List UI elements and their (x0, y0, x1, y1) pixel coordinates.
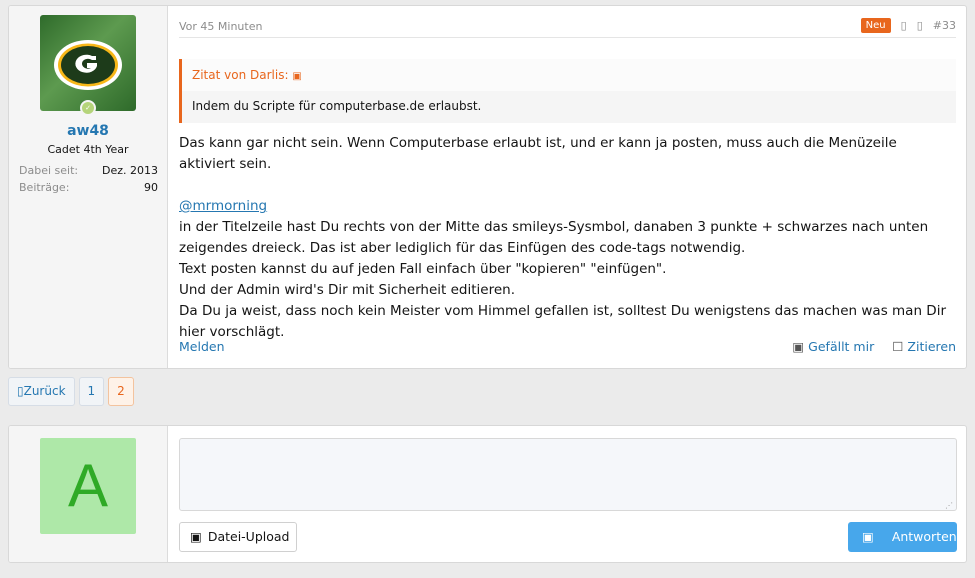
body-paragraph: Das kann gar nicht sein. Wenn Computerba… (179, 135, 897, 172)
body-line: Und der Admin wird's Dir mit Sicherheit … (179, 282, 516, 298)
body-line: in der Titelzeile hast Du rechts von der… (179, 219, 929, 256)
submit-label: Antworten (891, 529, 957, 544)
user-info-joined: Dabei seit: Dez. 2013 (19, 164, 158, 177)
quote-icon: ☐ (892, 339, 904, 354)
quote-jump-icon[interactable]: ▣ (292, 71, 301, 82)
file-upload-button[interactable]: ▣ Datei-Upload (179, 522, 297, 552)
page-2-button[interactable]: 2 (108, 377, 134, 406)
packers-logo (54, 40, 122, 90)
quote-block: Zitat von Darlis: ▣ Indem du Scripte für… (179, 59, 956, 123)
post-meta: Vor 45 Minuten Neu ▯ ▯ #33 (179, 16, 956, 38)
upload-icon: ▣ (190, 529, 202, 544)
info-label: Dabei seit: (19, 164, 79, 177)
pagination: ▯Zurück 1 2 (8, 377, 134, 406)
quote-title: Zitat von Darlis: (192, 68, 289, 82)
quote-header[interactable]: Zitat von Darlis: ▣ (182, 59, 956, 91)
submit-reply-button[interactable]: ▣ Antworten (848, 522, 957, 552)
user-title: Cadet 4th Year (47, 143, 129, 156)
quote-label: Zitieren (907, 339, 956, 354)
post-user-panel: ✓ aw48 Cadet 4th Year Dabei seit: Dez. 2… (9, 6, 168, 368)
quick-reply: A ⋰ ▣ Datei-Upload ▣ Antworten (8, 425, 967, 563)
username[interactable]: aw48 (9, 123, 167, 139)
quote-button[interactable]: ☐ Zitieren (892, 339, 956, 354)
user-avatar[interactable] (40, 15, 136, 111)
user-info-posts: Beiträge: 90 (19, 181, 158, 194)
quote-text: Indem du Scripte für computerbase.de erl… (192, 99, 482, 113)
body-line: Da Du ja weist, dass noch kein Meister v… (179, 303, 947, 340)
post-main: Vor 45 Minuten Neu ▯ ▯ #33 Zitat von Dar… (179, 6, 956, 368)
share-icon[interactable]: ▯ (901, 19, 907, 32)
reply-avatar: A (40, 438, 136, 534)
like-label: Gefällt mir (808, 339, 875, 354)
post-time[interactable]: Vor 45 Minuten (179, 20, 262, 33)
reply-icon: ▣ (862, 529, 874, 544)
bookmark-icon[interactable]: ▯ (917, 19, 923, 32)
info-value: Dez. 2013 (102, 164, 158, 177)
report-link[interactable]: Melden (179, 339, 225, 354)
new-badge: Neu (860, 18, 891, 33)
info-value: 90 (144, 181, 158, 194)
like-button[interactable]: ▣ Gefällt mir (792, 339, 874, 354)
post-body: Das kann gar nicht sein. Wenn Computerba… (179, 133, 956, 343)
post-33: ✓ aw48 Cadet 4th Year Dabei seit: Dez. 2… (8, 5, 967, 369)
prev-page-button[interactable]: ▯Zurück (8, 377, 75, 406)
body-line: Text posten kannst du auf jeden Fall ein… (179, 261, 667, 277)
reply-editor[interactable]: ⋰ (179, 438, 957, 511)
prev-label: Zurück (23, 384, 66, 398)
reply-user-panel: A (9, 426, 168, 562)
chevron-left-icon: ▯ (17, 384, 24, 398)
online-status-icon: ✓ (80, 100, 96, 116)
resize-handle-icon[interactable]: ⋰ (945, 501, 953, 510)
page-1-button[interactable]: 1 (78, 377, 105, 406)
thumbs-up-icon: ▣ (792, 339, 805, 354)
upload-label: Datei-Upload (207, 529, 290, 544)
info-label: Beiträge: (19, 181, 70, 194)
user-mention[interactable]: @mrmorning (179, 198, 267, 214)
post-number[interactable]: #33 (933, 19, 956, 32)
